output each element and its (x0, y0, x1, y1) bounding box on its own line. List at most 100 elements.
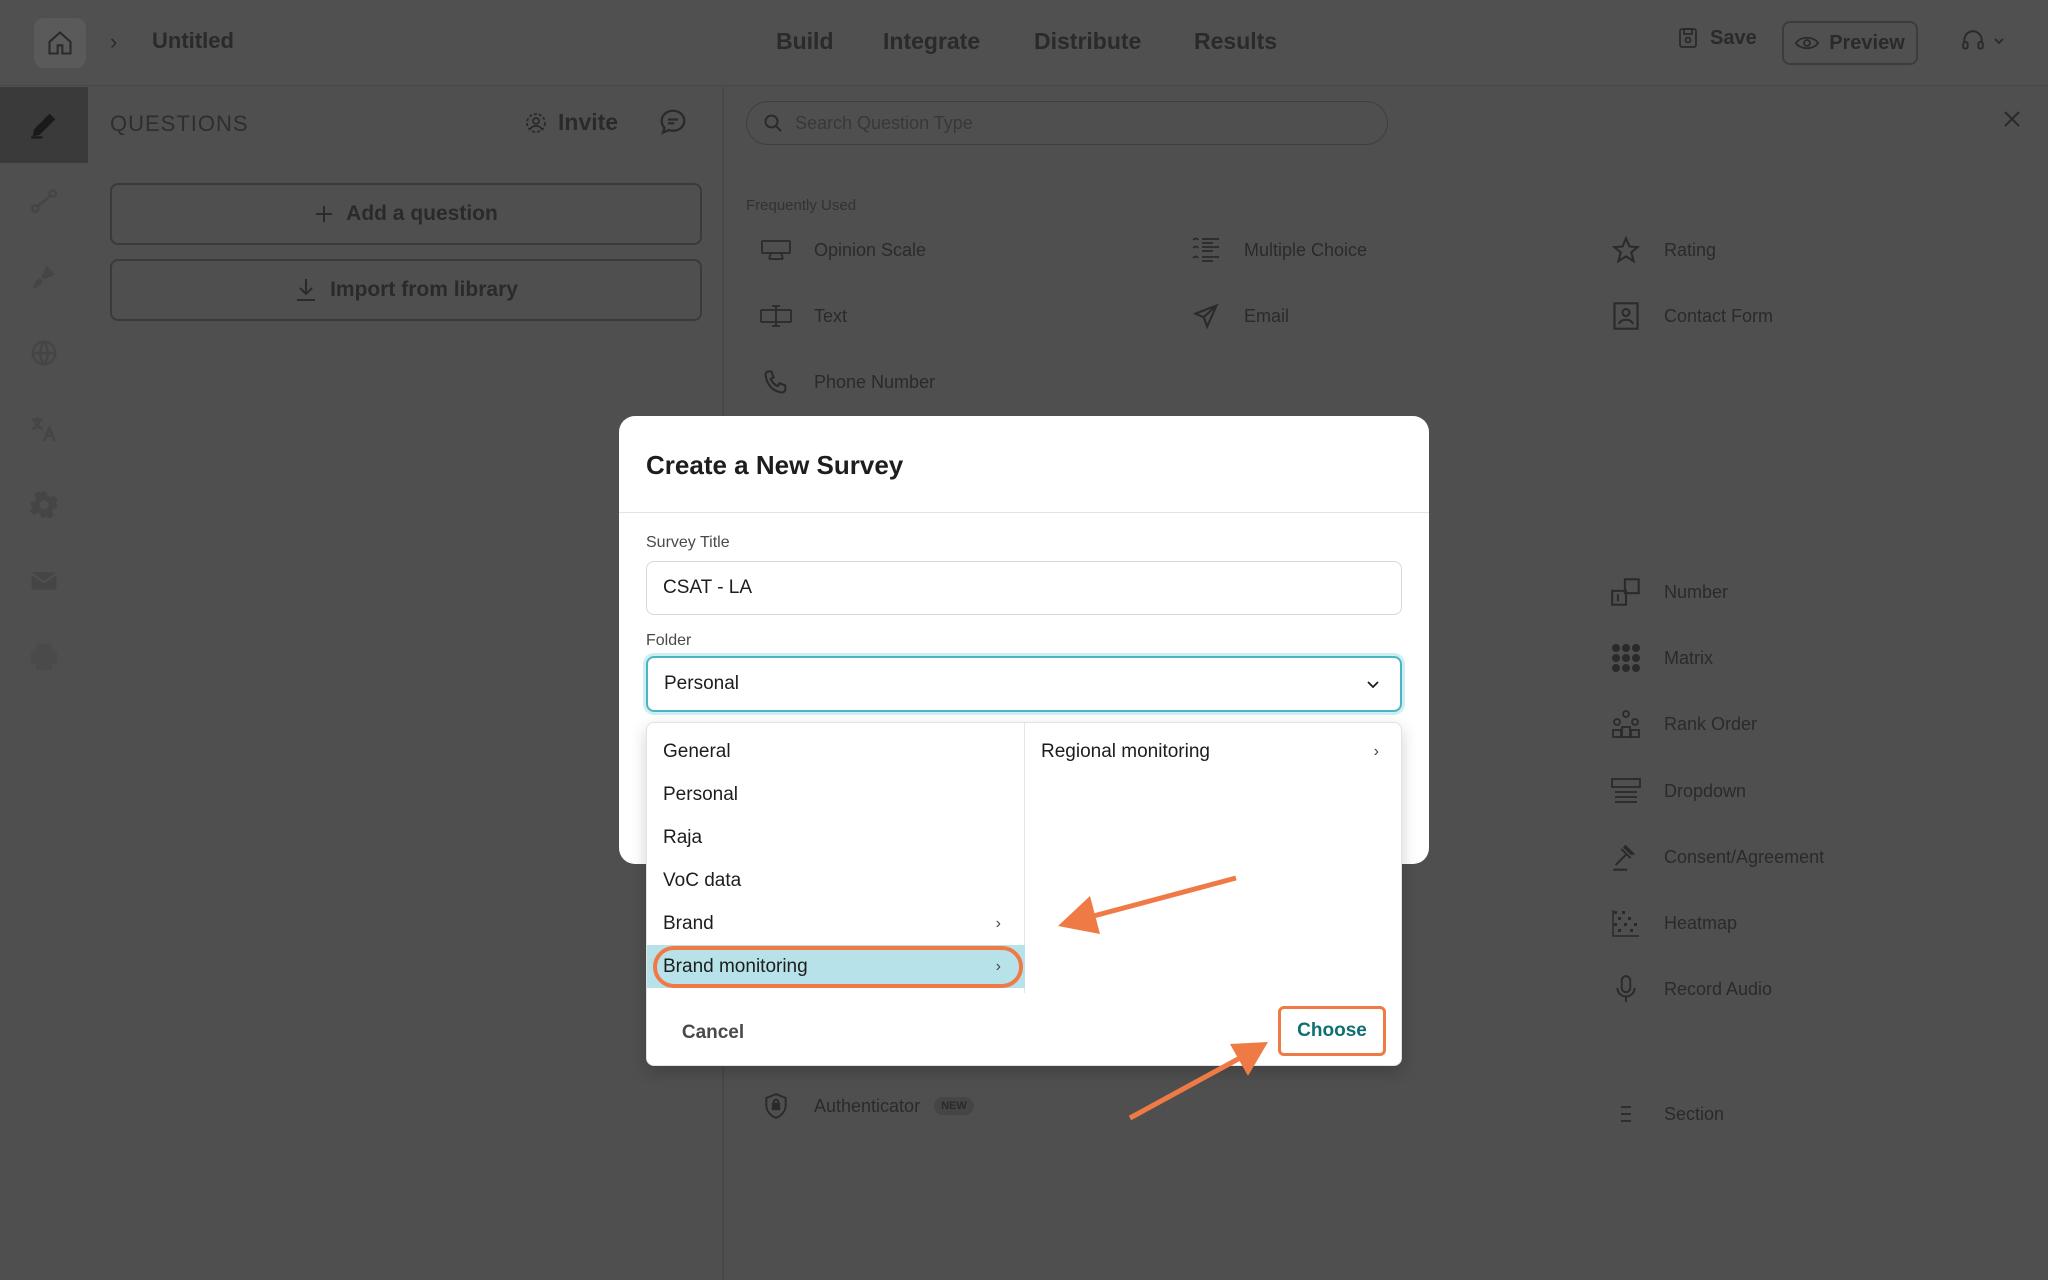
type-text-label: Text (814, 305, 848, 326)
type-text[interactable]: Text (760, 300, 847, 332)
number-icon (1611, 578, 1640, 606)
invite-button[interactable]: Invite (524, 109, 618, 136)
rail-build[interactable] (0, 87, 88, 163)
survey-title-breadcrumb[interactable]: Untitled (152, 28, 234, 54)
support-menu-button[interactable] (1960, 28, 2006, 54)
folder-option-personal[interactable]: Personal (647, 773, 1025, 816)
envelope-icon (30, 572, 58, 590)
pencil-icon (31, 113, 56, 139)
type-number-label: Number (1664, 581, 1729, 602)
paintbrush-icon (32, 265, 56, 289)
type-rank-order[interactable]: Rank Order (1610, 708, 1757, 740)
type-opinion-scale-label: Opinion Scale (814, 239, 927, 260)
type-multiple-choice-label: Multiple Choice (1244, 239, 1368, 260)
folder-option-raja[interactable]: Raja (647, 816, 1025, 859)
invite-icon (526, 112, 546, 133)
rail-web[interactable] (0, 315, 88, 391)
rail-translate[interactable] (0, 391, 88, 467)
logic-icon (30, 189, 58, 213)
type-email-label: Email (1244, 305, 1290, 326)
add-question-button[interactable]: Add a question (110, 183, 702, 245)
type-consent[interactable]: Consent/Agreement (1610, 841, 1824, 873)
gear-icon (30, 491, 58, 519)
chevron-right-icon: › (1373, 742, 1379, 760)
comments-button[interactable] (658, 107, 688, 142)
rail-print[interactable] (0, 619, 88, 695)
type-authenticator[interactable]: Authenticator NEW (760, 1090, 974, 1122)
subfolder-list: Regional monitoring › (1025, 723, 1403, 993)
search-input[interactable] (795, 112, 1355, 134)
microphone-icon (1616, 975, 1636, 1002)
breadcrumb-chevron-icon: › (110, 29, 118, 54)
type-rating-label: Rating (1664, 239, 1717, 260)
close-panel-button[interactable] (2002, 109, 2022, 134)
choose-button[interactable]: Choose (1278, 1006, 1386, 1056)
tab-distribute[interactable]: Distribute (1034, 28, 1141, 55)
folder-list: General Personal Raja VoC data Brand › B… (647, 723, 1025, 993)
type-section[interactable]: Section (1610, 1098, 1724, 1130)
rail-email[interactable] (0, 543, 88, 619)
preview-label: Preview (1829, 31, 1905, 54)
tab-integrate[interactable]: Integrate (883, 28, 980, 55)
type-email[interactable]: Email (1190, 300, 1289, 332)
import-library-button[interactable]: Import from library (110, 259, 702, 321)
home-button[interactable] (34, 18, 86, 68)
import-library-label: Import from library (330, 278, 518, 301)
multiple-choice-icon (1192, 237, 1219, 262)
add-question-label: Add a question (346, 202, 498, 225)
modal-divider (619, 512, 1429, 513)
printer-icon (30, 643, 58, 671)
folder-option-general[interactable]: General (647, 730, 1025, 773)
type-contact-form-label: Contact Form (1664, 305, 1774, 326)
preview-button[interactable]: Preview (1782, 21, 1918, 65)
translate-icon (31, 417, 56, 442)
rail-logic[interactable] (0, 163, 88, 239)
contact-card-icon (1613, 302, 1639, 330)
dropdown-icon (1611, 778, 1641, 803)
cancel-button[interactable]: Cancel (673, 1013, 753, 1053)
questions-header: QUESTIONS (110, 111, 249, 136)
folder-option-brand[interactable]: Brand › (647, 902, 1025, 945)
type-record-audio-label: Record Audio (1664, 978, 1773, 999)
save-button[interactable]: Save (1676, 26, 1757, 50)
type-contact-form[interactable]: Contact Form (1610, 300, 1773, 332)
matrix-icon (1612, 644, 1640, 672)
subfolder-option-regional-monitoring[interactable]: Regional monitoring › (1025, 730, 1403, 773)
save-icon (1679, 28, 1697, 48)
tab-results[interactable]: Results (1194, 28, 1277, 55)
folder-select[interactable]: Personal (646, 656, 1402, 712)
search-question-type[interactable] (746, 101, 1388, 145)
folder-option-voc-data[interactable]: VoC data (647, 859, 1025, 902)
type-matrix[interactable]: Matrix (1610, 642, 1713, 674)
type-opinion-scale[interactable]: Opinion Scale (760, 234, 926, 266)
top-bar: › Untitled Build Integrate Distribute Re… (0, 0, 2048, 86)
type-phone-number[interactable]: Phone Number (760, 366, 935, 398)
type-heatmap[interactable]: Heatmap (1610, 907, 1737, 939)
type-rating[interactable]: Rating (1610, 234, 1716, 266)
rank-order-icon (1612, 710, 1640, 738)
headset-icon (1962, 30, 1984, 50)
search-icon (764, 114, 782, 132)
rail-settings[interactable] (0, 467, 88, 543)
tab-build[interactable]: Build (776, 28, 834, 55)
type-multiple-choice[interactable]: Multiple Choice (1190, 234, 1367, 266)
type-number[interactable]: Number (1610, 576, 1728, 608)
type-consent-label: Consent/Agreement (1664, 846, 1825, 867)
text-input-icon (760, 305, 792, 327)
phone-icon (764, 370, 787, 394)
type-heatmap-label: Heatmap (1664, 912, 1738, 933)
type-record-audio[interactable]: Record Audio (1610, 973, 1772, 1005)
close-icon (2004, 111, 2020, 127)
folder-option-label: General (663, 740, 731, 762)
type-dropdown[interactable]: Dropdown (1610, 775, 1746, 807)
download-icon (297, 279, 316, 301)
survey-title-input[interactable] (646, 561, 1402, 615)
type-phone-number-label: Phone Number (814, 371, 936, 392)
type-dropdown-label: Dropdown (1664, 780, 1747, 801)
save-label: Save (1710, 26, 1757, 49)
rail-design[interactable] (0, 239, 88, 315)
folder-option-label: VoC data (663, 869, 742, 891)
annotation-highlight-ring (653, 946, 1023, 988)
left-icon-rail (0, 87, 88, 1280)
heatmap-icon (1612, 910, 1639, 937)
